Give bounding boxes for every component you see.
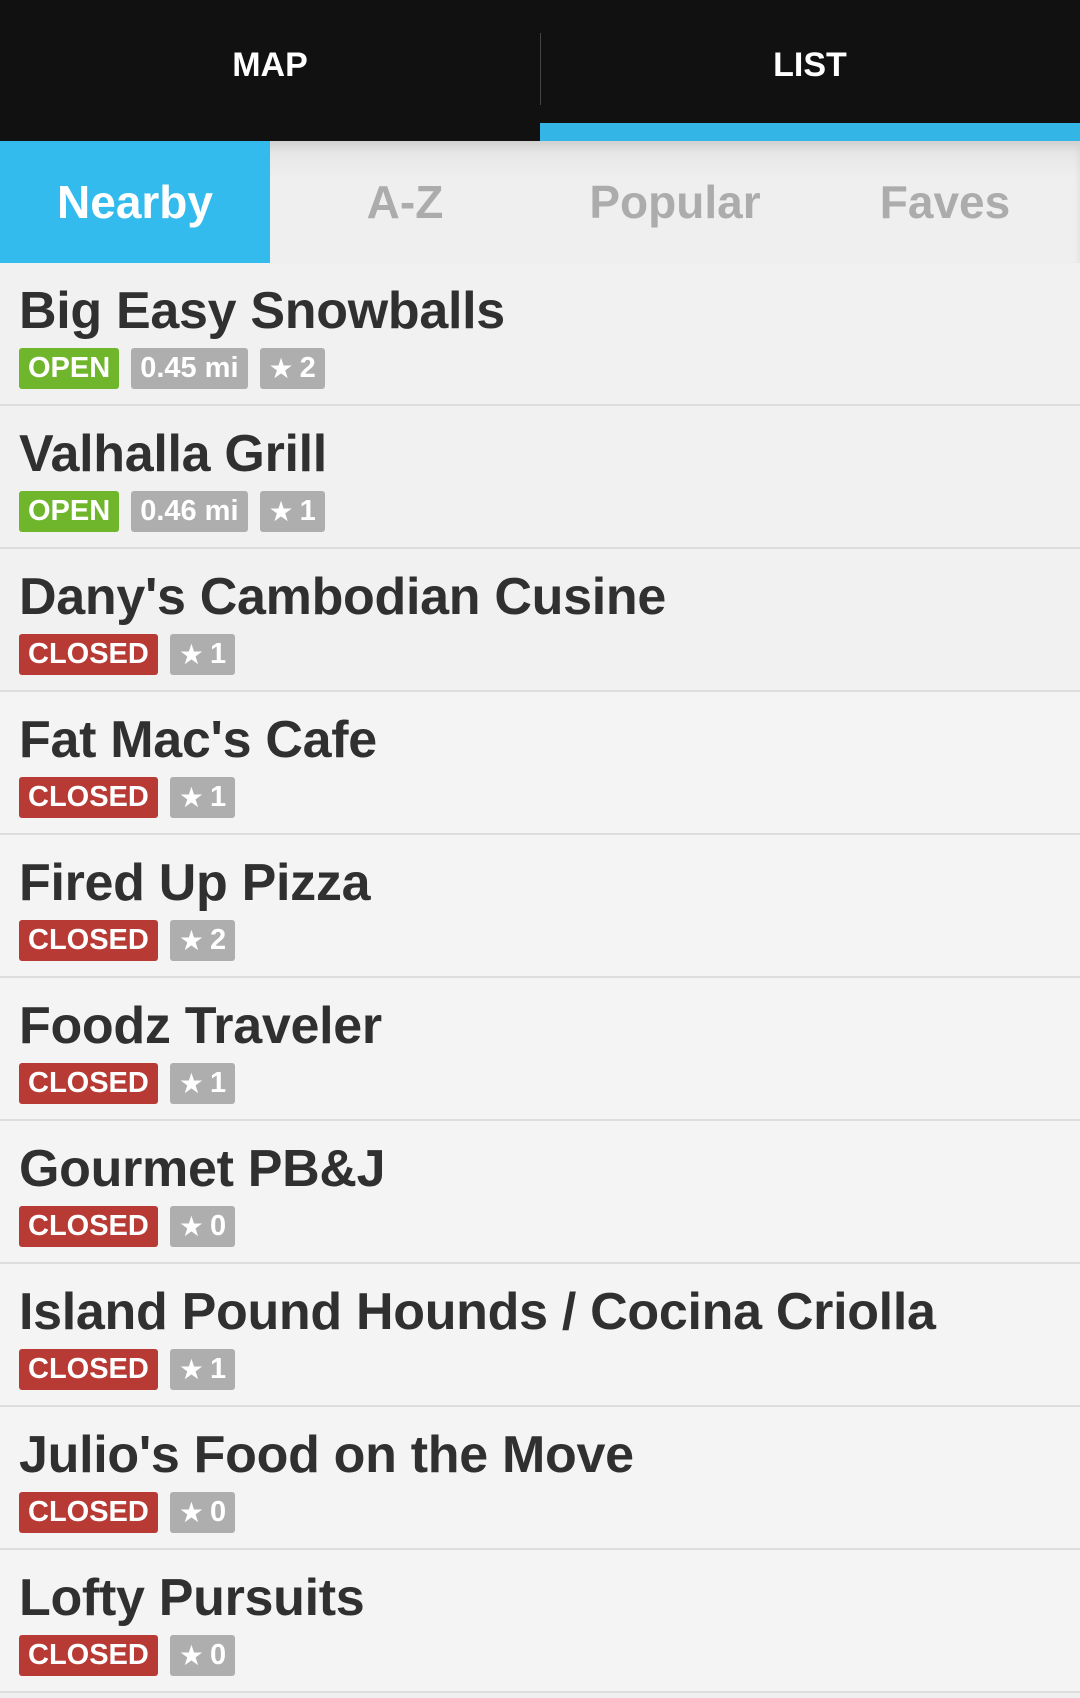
faves-badge: ★ 0 [169,1206,236,1247]
vendor-name: Fat Mac's Cafe [19,711,377,769]
faves-count: 1 [209,781,227,813]
list-item[interactable]: Fired Up Pizza CLOSED ★ 2 [0,835,1080,978]
list-item[interactable]: Julio's Food on the Move CLOSED ★ 0 [0,1407,1080,1550]
list-item[interactable]: Lofty Pursuits CLOSED ★ 0 [0,1550,1080,1693]
faves-badge: ★ 1 [259,491,325,532]
faves-badge: ★ 0 [169,1492,236,1533]
faves-count: 0 [209,1210,227,1242]
badge-row: CLOSED ★ 1 [19,634,1080,675]
star-icon: ★ [178,782,204,813]
distance-badge: 0.46 mi [131,491,248,532]
vendor-name: Big Easy Snowballs [19,282,505,340]
vendor-name: Island Pound Hounds / Cocina Criolla [19,1283,936,1341]
star-icon: ★ [178,1211,204,1242]
star-icon: ★ [268,353,294,384]
vendor-name: Fired Up Pizza [19,854,371,912]
faves-badge: ★ 1 [169,634,236,675]
tab-list-label: LIST [773,46,847,84]
list-item[interactable]: Fat Mac's Cafe CLOSED ★ 1 [0,692,1080,835]
tab-a-z[interactable]: A-Z [270,141,540,263]
list-item[interactable]: Valhalla Grill OPEN 0.46 mi ★ 1 [0,406,1080,549]
star-icon: ★ [178,925,204,956]
faves-count: 1 [209,1353,227,1385]
badge-row: CLOSED ★ 0 [19,1206,1080,1247]
status-badge: CLOSED [19,1492,158,1533]
vendor-name: Valhalla Grill [19,425,327,483]
vendor-name: Foodz Traveler [19,997,382,1055]
faves-badge: ★ 0 [169,1635,236,1676]
vendor-name: Lofty Pursuits [19,1569,365,1627]
list-item[interactable]: Island Pound Hounds / Cocina Criolla CLOS… [0,1264,1080,1407]
star-icon: ★ [178,1354,204,1385]
vendor-list: Big Easy Snowballs OPEN 0.45 mi ★ 2 Valhalla … [0,263,1080,1693]
tab-map[interactable]: MAP [0,0,540,141]
status-badge: CLOSED [19,777,158,818]
faves-count: 1 [299,495,316,527]
star-icon: ★ [178,1640,204,1671]
badge-row: CLOSED ★ 2 [19,920,1080,961]
distance-badge: 0.45 mi [131,348,248,389]
status-badge: CLOSED [19,1063,158,1104]
status-badge: CLOSED [19,1349,158,1390]
star-icon: ★ [178,1068,204,1099]
star-icon: ★ [268,496,294,527]
faves-count: 0 [209,1639,227,1671]
faves-badge: ★ 2 [169,920,236,961]
faves-badge: ★ 2 [259,348,325,389]
star-icon: ★ [178,639,204,670]
list-item[interactable]: Gourmet PB&J CLOSED ★ 0 [0,1121,1080,1264]
sort-tab-bar: Nearby A-Z Popular Faves [0,141,1080,263]
faves-count: 2 [209,924,227,956]
status-badge: OPEN [19,348,120,389]
status-badge: CLOSED [19,634,158,675]
faves-badge: ★ 1 [169,777,236,818]
tab-popular[interactable]: Popular [540,141,810,263]
faves-badge: ★ 1 [169,1063,236,1104]
badge-row: CLOSED ★ 1 [19,777,1080,818]
tab-faves[interactable]: Faves [810,141,1080,263]
top-tab-bar: MAP LIST [0,0,1080,141]
list-item[interactable]: Big Easy Snowballs OPEN 0.45 mi ★ 2 [0,263,1080,406]
list-item[interactable]: Dany's Cambodian Cusine CLOSED ★ 1 [0,549,1080,692]
vendor-name: Gourmet PB&J [19,1140,386,1198]
faves-count: 1 [209,638,227,670]
tab-nearby[interactable]: Nearby [0,141,270,263]
faves-count: 2 [299,352,316,384]
status-badge: CLOSED [19,920,158,961]
faves-count: 0 [209,1496,227,1528]
badge-row: CLOSED ★ 0 [19,1635,1080,1676]
faves-count: 1 [209,1067,227,1099]
badge-row: OPEN 0.45 mi ★ 2 [19,348,1080,389]
status-badge: OPEN [19,491,120,532]
badge-row: CLOSED ★ 1 [19,1349,1080,1390]
tab-map-label: MAP [232,46,308,84]
faves-badge: ★ 1 [169,1349,236,1390]
list-item[interactable]: Foodz Traveler CLOSED ★ 1 [0,978,1080,1121]
tab-list[interactable]: LIST [540,0,1080,141]
status-badge: CLOSED [19,1206,158,1247]
badge-row: CLOSED ★ 1 [19,1063,1080,1104]
badge-row: CLOSED ★ 0 [19,1492,1080,1533]
status-badge: CLOSED [19,1635,158,1676]
active-tab-indicator [540,123,1080,141]
vendor-name: Dany's Cambodian Cusine [19,568,666,626]
badge-row: OPEN 0.46 mi ★ 1 [19,491,1080,532]
star-icon: ★ [178,1497,204,1528]
vendor-name: Julio's Food on the Move [19,1426,634,1484]
